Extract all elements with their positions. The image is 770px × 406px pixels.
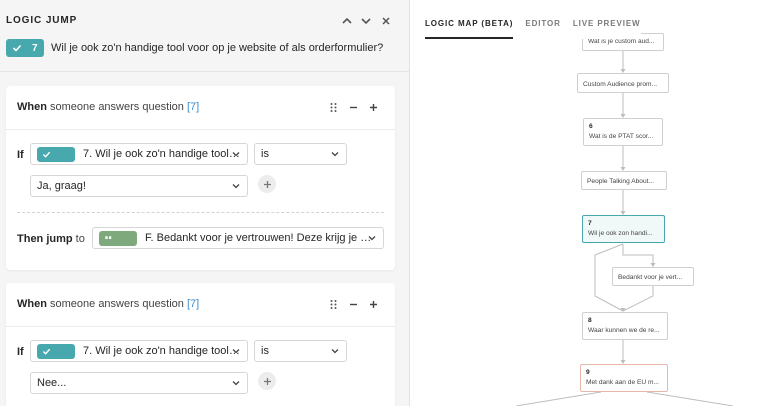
plus-icon xyxy=(369,103,377,111)
add-rule-button[interactable] xyxy=(366,297,380,311)
question-number: 7 xyxy=(32,42,38,54)
view-tabs: LOGIC MAP (BETA) EDITOR LIVE PREVIEW xyxy=(425,19,641,39)
plus-icon xyxy=(263,180,271,188)
tab-logic-map[interactable]: LOGIC MAP (BETA) xyxy=(425,19,514,39)
plus-icon xyxy=(369,300,377,308)
drag-handle-icon[interactable] xyxy=(326,100,340,114)
check-icon xyxy=(12,44,22,52)
map-node[interactable]: 6 Wat is de PTAT scor... xyxy=(583,118,663,146)
then-jump-label: Then jump to xyxy=(17,233,85,245)
chevron-down-icon xyxy=(232,152,240,157)
chevron-down-icon xyxy=(232,184,240,189)
answer-select[interactable]: Ja, graag! xyxy=(30,175,248,197)
operator-value: is xyxy=(261,148,269,160)
tab-editor[interactable]: EDITOR xyxy=(525,19,560,39)
map-edges xyxy=(515,49,734,406)
tab-live-preview[interactable]: LIVE PREVIEW xyxy=(573,19,641,39)
rule-header: When someone answers question [7] xyxy=(6,283,395,327)
plus-icon xyxy=(263,377,271,385)
question-select[interactable]: 7. Wil je ook zo'n handige tool v... xyxy=(30,143,248,165)
question-badge: 7 xyxy=(6,39,44,57)
if-label: If xyxy=(17,346,24,358)
logic-map[interactable]: Wat is je custom aud... Custom Audience … xyxy=(411,0,770,406)
add-rule-button[interactable] xyxy=(366,100,380,114)
operator-value: is xyxy=(261,345,269,357)
jump-target-select[interactable]: F. Bedankt voor je vertrouwen! Deze krij… xyxy=(92,227,384,249)
close-icon[interactable] xyxy=(378,13,394,29)
chevron-down-icon xyxy=(331,349,339,354)
map-node[interactable]: People Talking About... xyxy=(581,171,667,190)
quote-icon xyxy=(105,235,112,239)
chevron-down-icon xyxy=(331,152,339,157)
logic-jump-panel: LOGIC JUMP 7 Wil je ook zo'n handige too… xyxy=(0,0,410,406)
chevron-up-icon[interactable] xyxy=(339,13,355,29)
logic-map-panel: Wat is je custom aud... Custom Audience … xyxy=(411,0,770,406)
operator-select[interactable]: is xyxy=(254,143,347,165)
answer-value: Nee... xyxy=(37,377,67,389)
jump-target-value: F. Bedankt voor je vertrouwen! Deze krij… xyxy=(145,232,377,244)
statement-type-badge xyxy=(99,230,137,246)
question-select-value: 7. Wil je ook zo'n handige tool v... xyxy=(83,148,241,160)
question-text: Wil je ook zo'n handige tool voor op je … xyxy=(51,42,384,54)
chevron-down-icon[interactable] xyxy=(358,13,374,29)
if-label: If xyxy=(17,149,24,161)
current-question: 7 Wil je ook zo'n handige tool voor op j… xyxy=(6,39,383,57)
operator-select[interactable]: is xyxy=(254,340,347,362)
question-type-badge xyxy=(37,146,75,162)
map-node[interactable]: 8 Waar kunnen we de re... xyxy=(582,312,668,340)
add-condition-button[interactable] xyxy=(258,175,276,193)
question-select[interactable]: 7. Wil je ook zo'n handige tool v... xyxy=(30,340,248,362)
check-icon xyxy=(42,151,51,158)
panel-title: LOGIC JUMP xyxy=(6,15,78,26)
drag-handle-icon[interactable] xyxy=(326,297,340,311)
rule-when-text: When someone answers question [7] xyxy=(17,298,200,310)
map-node[interactable]: Bedankt voor je vert... xyxy=(612,267,694,286)
answer-value: Ja, graag! xyxy=(37,180,86,192)
minus-icon xyxy=(349,106,357,108)
remove-rule-button[interactable] xyxy=(346,297,360,311)
divider xyxy=(17,212,384,213)
rule-when-text: When someone answers question [7] xyxy=(17,101,200,113)
map-node[interactable]: 9 Met dank aan de EU m... xyxy=(580,364,668,392)
chevron-down-icon xyxy=(232,349,240,354)
answer-select[interactable]: Nee... xyxy=(30,372,248,394)
question-select-value: 7. Wil je ook zo'n handige tool v... xyxy=(83,345,241,357)
remove-rule-button[interactable] xyxy=(346,100,360,114)
logic-jump-header: LOGIC JUMP 7 Wil je ook zo'n handige too… xyxy=(0,0,409,72)
map-node-active[interactable]: 7 Wil je ook zon handi... xyxy=(582,215,665,243)
minus-icon xyxy=(349,303,357,305)
question-type-badge xyxy=(37,343,75,359)
rule-header: When someone answers question [7] xyxy=(6,86,395,130)
logic-rule-card: When someone answers question [7] If 7. … xyxy=(6,86,395,270)
add-condition-button[interactable] xyxy=(258,372,276,390)
map-node[interactable]: Custom Audience prom... xyxy=(577,73,669,93)
chevron-down-icon xyxy=(232,381,240,386)
check-icon xyxy=(42,348,51,355)
chevron-down-icon xyxy=(368,236,376,241)
logic-rule-card: When someone answers question [7] If 7. … xyxy=(6,283,395,406)
